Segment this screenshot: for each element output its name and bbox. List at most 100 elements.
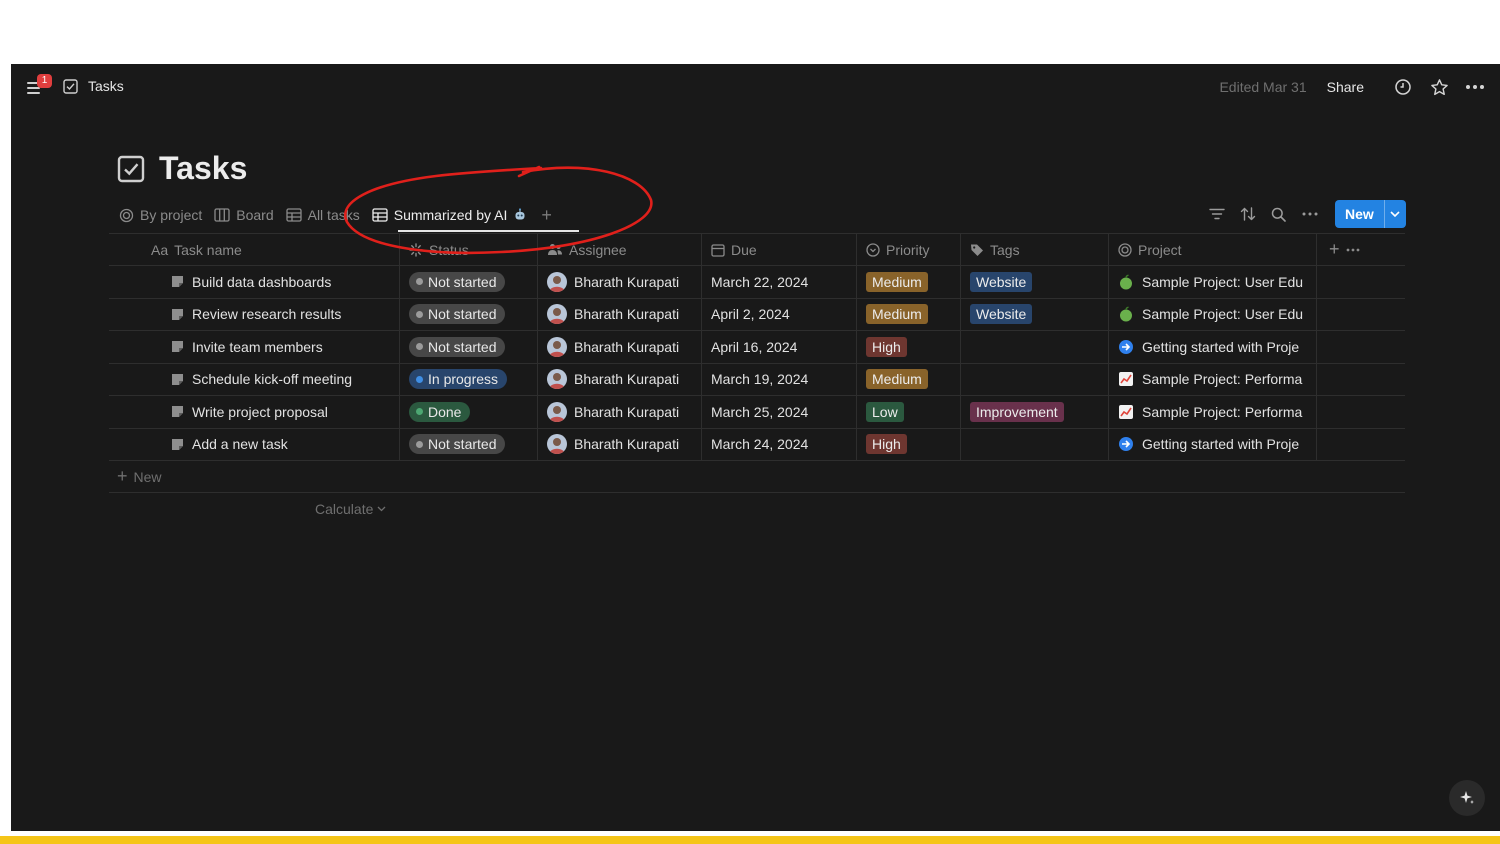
- cell-tags[interactable]: [961, 363, 1109, 395]
- status-badge: Not started: [409, 336, 506, 357]
- cell-task-name[interactable]: Build data dashboards: [109, 266, 400, 298]
- cell-priority[interactable]: Medium: [857, 363, 961, 395]
- ai-assistant-button[interactable]: [1449, 780, 1485, 816]
- table-row[interactable]: Review research results Not started Bhar…: [109, 298, 1405, 331]
- new-dropdown-button[interactable]: [1383, 200, 1406, 228]
- tab-by-project[interactable]: By project: [115, 202, 210, 228]
- cell-task-name[interactable]: Review research results: [109, 298, 400, 330]
- cell-assignee[interactable]: Bharath Kurapati: [538, 428, 702, 460]
- calculate-label: Calculate: [315, 501, 374, 517]
- sidebar-menu-button[interactable]: 1: [25, 74, 52, 97]
- cell-status[interactable]: In progress: [400, 363, 538, 395]
- due-date: April 16, 2024: [711, 338, 798, 355]
- tab-summarized-by-ai[interactable]: Summarized by AI: [368, 202, 536, 228]
- table-row[interactable]: Invite team members Not started Bharath …: [109, 331, 1405, 364]
- cell-project[interactable]: Sample Project: Performa: [1109, 396, 1317, 428]
- table-row[interactable]: Build data dashboards Not started Bharat…: [109, 266, 1405, 299]
- column-header-status[interactable]: Status: [400, 234, 538, 265]
- cell-tags[interactable]: Website: [961, 266, 1109, 298]
- history-button[interactable]: [1390, 75, 1416, 99]
- cell-project[interactable]: Sample Project: Performa: [1109, 363, 1317, 395]
- arrow-circle-icon: [1119, 339, 1133, 354]
- status-label: Not started: [428, 436, 497, 453]
- column-header-assignee[interactable]: Assignee: [538, 234, 702, 265]
- cell-project[interactable]: Getting started with Proje: [1109, 331, 1317, 363]
- table-icon: [372, 208, 388, 222]
- cell-due-date[interactable]: March 24, 2024: [702, 428, 857, 460]
- cell-assignee[interactable]: Bharath Kurapati: [538, 266, 702, 298]
- cell-task-name[interactable]: Add a new task: [109, 428, 400, 460]
- cell-priority[interactable]: High: [857, 331, 961, 363]
- cell-status[interactable]: Not started: [400, 266, 538, 298]
- cell-status[interactable]: Not started: [400, 428, 538, 460]
- arrow-circle-icon: [1119, 437, 1133, 452]
- cell-assignee[interactable]: Bharath Kurapati: [538, 298, 702, 330]
- chevron-down-icon: [1390, 211, 1400, 217]
- breadcrumb[interactable]: Tasks: [63, 78, 124, 94]
- cell-project[interactable]: Sample Project: User Edu: [1109, 298, 1317, 330]
- cell-status[interactable]: Not started: [400, 298, 538, 330]
- cell-tags[interactable]: [961, 331, 1109, 363]
- table-row[interactable]: Add a new task Not started Bharath Kurap…: [109, 428, 1405, 461]
- plus-icon: +: [117, 466, 128, 486]
- filter-button[interactable]: [1201, 200, 1232, 228]
- project-name: Sample Project: Performa: [1142, 371, 1303, 388]
- tab-all-tasks[interactable]: All tasks: [282, 202, 368, 228]
- column-header-priority[interactable]: Priority: [857, 234, 961, 265]
- tab-board[interactable]: Board: [210, 202, 281, 228]
- board-icon: [214, 208, 230, 222]
- column-header-project[interactable]: Project: [1109, 234, 1317, 265]
- more-icon: [1466, 85, 1484, 89]
- due-date: March 25, 2024: [711, 403, 809, 420]
- table-row[interactable]: Schedule kick-off meeting In progress Bh…: [109, 363, 1405, 396]
- avatar: [547, 401, 567, 422]
- search-button[interactable]: [1263, 200, 1294, 228]
- calculate-button[interactable]: Calculate: [315, 501, 386, 517]
- cell-assignee[interactable]: Bharath Kurapati: [538, 396, 702, 428]
- cell-due-date[interactable]: April 2, 2024: [702, 298, 857, 330]
- cell-due-date[interactable]: March 22, 2024: [702, 266, 857, 298]
- cell-tags[interactable]: Website: [961, 298, 1109, 330]
- cell-task-name[interactable]: Schedule kick-off meeting: [109, 363, 400, 395]
- sort-button[interactable]: [1232, 200, 1263, 228]
- favorite-button[interactable]: [1426, 75, 1452, 99]
- more-icon[interactable]: [1346, 248, 1360, 252]
- add-view-button[interactable]: +: [535, 205, 558, 226]
- people-icon: [548, 244, 562, 255]
- project-name: Getting started with Proje: [1142, 338, 1300, 355]
- add-column-button[interactable]: +: [1329, 239, 1340, 260]
- status-badge: Not started: [409, 434, 506, 455]
- cell-project[interactable]: Getting started with Proje: [1109, 428, 1317, 460]
- cell-priority[interactable]: Medium: [857, 298, 961, 330]
- new-button[interactable]: New: [1335, 200, 1384, 228]
- share-button[interactable]: Share: [1327, 79, 1364, 95]
- table-row[interactable]: Write project proposal Done Bharath Kura…: [109, 396, 1405, 429]
- avatar: [547, 304, 567, 325]
- cell-status[interactable]: Not started: [400, 331, 538, 363]
- cell-due-date[interactable]: April 16, 2024: [702, 331, 857, 363]
- cell-status[interactable]: Done: [400, 396, 538, 428]
- add-new-row-button[interactable]: + New: [109, 461, 1405, 493]
- table-header: Aa Task name Status Assignee Due Priorit…: [109, 233, 1405, 266]
- column-header-due[interactable]: Due: [702, 234, 857, 265]
- cell-task-name[interactable]: Invite team members: [109, 331, 400, 363]
- target-icon: [1118, 242, 1132, 257]
- cell-project[interactable]: Sample Project: User Edu: [1109, 266, 1317, 298]
- cell-due-date[interactable]: March 25, 2024: [702, 396, 857, 428]
- cell-assignee[interactable]: Bharath Kurapati: [538, 331, 702, 363]
- cell-tags[interactable]: Improvement: [961, 396, 1109, 428]
- cell-tags[interactable]: [961, 428, 1109, 460]
- more-options-button[interactable]: [1462, 75, 1488, 99]
- priority-badge: Low: [866, 401, 904, 422]
- status-dot: [416, 310, 423, 318]
- column-header-task-name[interactable]: Aa Task name: [109, 234, 400, 265]
- column-header-tags[interactable]: Tags: [961, 234, 1109, 265]
- cell-priority[interactable]: Medium: [857, 266, 961, 298]
- cell-priority[interactable]: Low: [857, 396, 961, 428]
- column-label: Task name: [174, 241, 242, 258]
- database-more-button[interactable]: [1294, 200, 1325, 228]
- cell-due-date[interactable]: March 19, 2024: [702, 363, 857, 395]
- cell-assignee[interactable]: Bharath Kurapati: [538, 363, 702, 395]
- cell-priority[interactable]: High: [857, 428, 961, 460]
- cell-task-name[interactable]: Write project proposal: [109, 396, 400, 428]
